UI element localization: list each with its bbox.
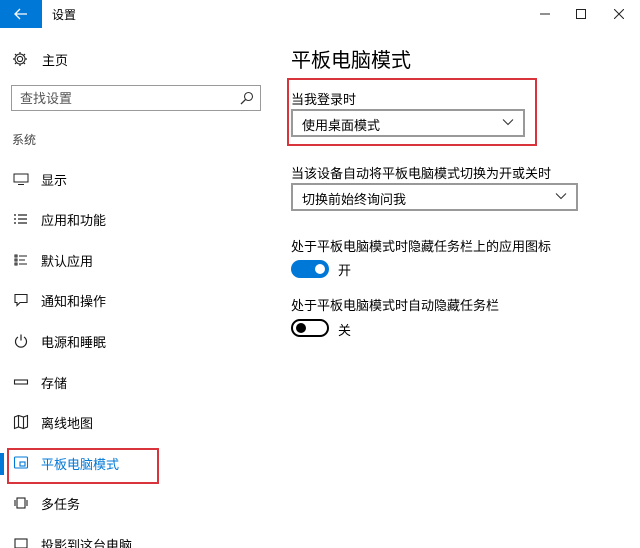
chevron-down-icon [555,193,567,200]
sidebar-item-multitasking[interactable]: 多任务 [0,483,270,523]
autoswitch-dropdown[interactable]: 切换前始终询问我 [291,183,578,211]
sidebar-item-notifications[interactable]: 通知和操作 [0,280,270,320]
sidebar-item-power[interactable]: 电源和睡眠 [0,321,270,361]
gear-icon [13,52,27,66]
sidebar-item-label: 显示 [41,174,68,189]
active-indicator [0,453,4,475]
hide-icons-label: 处于平板电脑模式时隐藏任务栏上的应用图标 [291,240,552,255]
maximize-icon [576,9,586,19]
sidebar-item-default-apps[interactable]: 默认应用 [0,240,270,280]
message-icon [14,293,28,307]
back-button[interactable] [0,0,42,28]
arrow-left-icon [14,8,27,20]
search-box[interactable] [11,85,261,111]
default-apps-icon [14,254,27,266]
signin-value: 使用桌面模式 [302,119,381,134]
signin-dropdown[interactable]: 使用桌面模式 [291,109,525,137]
hide-icons-state: 开 [338,264,352,279]
sidebar-item-label: 平板电脑模式 [41,458,120,473]
sidebar-item-project[interactable]: 投影到这台电脑 [0,524,270,548]
search-input[interactable] [20,90,230,108]
hide-taskbar-toggle[interactable] [291,319,329,337]
map-icon [13,414,29,430]
sidebar-item-label: 电源和睡眠 [41,336,107,351]
sidebar-item-label: 默认应用 [41,255,94,270]
hide-icons-toggle[interactable] [291,260,329,278]
signin-label: 当我登录时 [291,93,357,108]
project-icon [14,538,28,548]
toggle-knob [315,264,325,274]
sidebar-item-label: 应用和功能 [41,214,107,229]
toggle-knob [296,323,306,333]
hide-taskbar-label: 处于平板电脑模式时自动隐藏任务栏 [291,299,500,314]
chevron-down-icon [502,119,514,126]
multitask-icon [14,497,28,509]
monitor-icon [13,173,29,185]
autoswitch-value: 切换前始终询问我 [302,193,407,208]
sidebar-item-offline-maps[interactable]: 离线地图 [0,402,270,442]
close-button[interactable] [598,0,640,28]
autoswitch-label: 当该设备自动将平板电脑模式切换为开或关时 [291,167,552,182]
sidebar-item-label: 通知和操作 [41,295,107,310]
window-title: 设置 [52,8,77,22]
home-label: 主页 [42,53,69,69]
sidebar-item-apps[interactable]: 应用和功能 [0,199,270,239]
close-icon [614,9,624,19]
search-icon[interactable] [240,91,254,105]
page-title: 平板电脑模式 [291,48,411,72]
sidebar-item-label: 存储 [41,377,68,392]
power-icon [14,334,28,348]
section-label: 系统 [12,133,37,147]
sidebar-item-label: 投影到这台电脑 [41,539,133,548]
maximize-button[interactable] [560,0,602,28]
sidebar-item-label: 多任务 [41,498,81,513]
sidebar-item-label: 离线地图 [41,417,94,432]
minimize-icon [540,13,550,15]
title-bar: 设置 [0,0,640,28]
sidebar-home[interactable]: 主页 [12,48,68,70]
hide-taskbar-state: 关 [338,324,352,339]
list-icon [14,214,27,224]
tablet-mode-icon [13,456,29,469]
sidebar-item-display[interactable]: 显示 [0,159,270,199]
sidebar-item-storage[interactable]: 存储 [0,362,270,402]
sidebar-item-tablet-mode[interactable]: 平板电脑模式 [0,443,270,483]
storage-icon [13,379,29,385]
